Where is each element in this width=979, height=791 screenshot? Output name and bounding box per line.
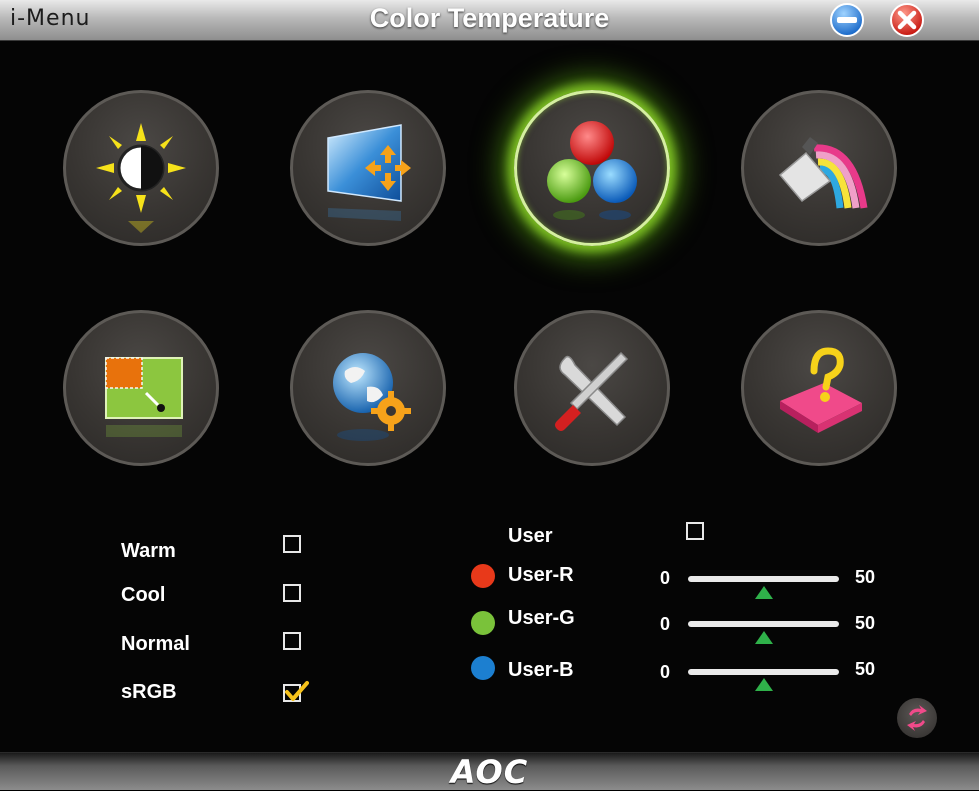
paint-rainbow-icon	[778, 137, 868, 209]
color-boost-button[interactable]	[741, 90, 897, 246]
user-g-thumb[interactable]	[754, 631, 773, 644]
user-b-min: 0	[660, 662, 671, 682]
sun-contrast-icon	[96, 123, 186, 233]
aoc-logo: AOC	[450, 753, 529, 791]
user-g-slider[interactable]	[688, 621, 839, 627]
user-b-slider[interactable]	[688, 669, 839, 675]
osd-setup-button[interactable]	[290, 310, 446, 466]
luminance-button[interactable]	[63, 90, 219, 246]
warm-checkbox[interactable]	[283, 535, 301, 553]
red-dot-icon	[471, 564, 495, 588]
screen-move-icon	[327, 124, 411, 221]
image-setup-button[interactable]	[290, 90, 446, 246]
preset-label-srgb: sRGB	[121, 681, 177, 703]
user-r-slider[interactable]	[688, 576, 839, 582]
normal-checkbox[interactable]	[283, 632, 301, 650]
question-icon	[780, 347, 862, 433]
title-bar[interactable]: i-Menu Color Temperature	[0, 0, 979, 41]
reset-button[interactable]	[897, 698, 937, 738]
picture-boost-button[interactable]	[63, 310, 219, 466]
rgb-balls-icon	[547, 121, 637, 220]
user-r-label: User-R	[508, 564, 574, 586]
i-menu-window: i-Menu Color Temperature Warm Cool Norma…	[0, 0, 979, 791]
user-checkbox[interactable]	[686, 522, 704, 540]
minimize-icon	[830, 3, 864, 37]
cool-checkbox[interactable]	[283, 584, 301, 602]
close-button[interactable]	[889, 2, 925, 38]
user-b-thumb[interactable]	[754, 678, 773, 691]
green-dot-icon	[471, 611, 495, 635]
footer-bar: AOC	[0, 752, 979, 791]
picture-frame-icon	[105, 357, 183, 437]
preset-label-warm: Warm	[121, 540, 176, 562]
user-label: User	[508, 525, 553, 547]
color-temperature-button[interactable]	[514, 90, 670, 246]
preset-label-normal: Normal	[121, 633, 190, 655]
srgb-checkbox[interactable]	[283, 681, 309, 702]
minimize-button[interactable]	[829, 2, 865, 38]
user-g-max: 50	[855, 613, 876, 633]
checkmark-icon	[285, 681, 309, 701]
user-b-label: User-B	[508, 659, 574, 681]
preset-label-cool: Cool	[121, 584, 166, 606]
user-r-thumb[interactable]	[754, 586, 773, 599]
blue-dot-icon	[471, 656, 495, 680]
extra-button[interactable]	[514, 310, 670, 466]
close-icon	[890, 3, 924, 37]
reset-icon	[907, 705, 927, 731]
user-g-min: 0	[660, 614, 671, 634]
user-r-max: 50	[855, 567, 876, 587]
user-b-max: 50	[855, 659, 876, 679]
tools-icon	[555, 351, 629, 431]
help-button[interactable]	[741, 310, 897, 466]
globe-gear-icon	[333, 353, 411, 441]
user-r-min: 0	[660, 568, 671, 588]
user-g-label: User-G	[508, 607, 575, 629]
